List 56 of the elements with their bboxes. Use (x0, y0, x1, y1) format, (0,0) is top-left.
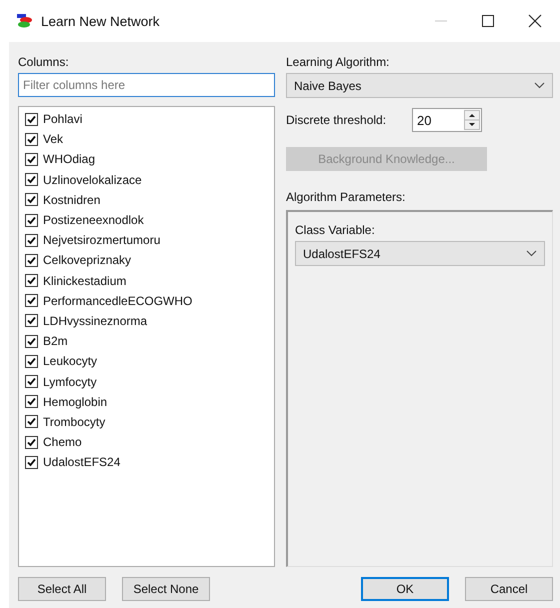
checkbox[interactable] (25, 132, 38, 146)
dialog-button[interactable]: Cancel (465, 577, 553, 601)
dialog-button[interactable]: Select All (18, 577, 106, 601)
checkbox[interactable] (25, 456, 38, 469)
column-name[interactable]: WHOdiag (43, 152, 96, 166)
columns-label: Columns: (18, 54, 70, 70)
algorithm-dropdown[interactable]: Naive Bayes (286, 73, 553, 98)
checkbox[interactable] (25, 193, 38, 206)
dialog-button[interactable]: OK (361, 577, 449, 601)
column-name[interactable]: Nejvetsirozmertumoru (43, 233, 160, 248)
column-name[interactable]: B2m (43, 334, 68, 348)
column-name[interactable]: PerformancedleECOGWHO (43, 294, 192, 308)
chevron-down-icon (526, 250, 537, 257)
discrete-threshold-label: Discrete threshold: (286, 112, 388, 128)
algorithm-parameters-label: Algorithm Parameters: (286, 189, 406, 205)
checkbox[interactable] (25, 234, 38, 247)
column-name[interactable]: Trombocyty (43, 414, 106, 429)
dialog-button[interactable]: Select None (122, 577, 210, 601)
window-title: Learn New Network (41, 14, 160, 28)
column-name[interactable]: Pohlavi (43, 112, 82, 126)
checkbox[interactable] (25, 314, 38, 328)
column-name[interactable]: Leukocyty (43, 354, 98, 368)
checkbox[interactable] (25, 334, 38, 348)
close-icon[interactable] (528, 14, 542, 28)
checkbox[interactable] (25, 173, 38, 186)
column-name[interactable]: Chemo (43, 435, 82, 450)
column-name[interactable]: Klinickestadium (43, 274, 126, 288)
column-name[interactable]: Hemoglobin (43, 394, 108, 409)
threshold-spinbox[interactable]: 20 (412, 108, 482, 132)
checkbox[interactable] (25, 436, 38, 449)
class-variable-label: Class Variable: (295, 222, 376, 238)
learning-algorithm-label: Learning Algorithm: (286, 54, 390, 70)
column-name[interactable]: Celkovepriznaky (43, 253, 132, 268)
column-name[interactable]: Postizeneexnodlok (43, 213, 144, 228)
maximize-icon[interactable] (481, 14, 495, 28)
checkbox[interactable] (25, 214, 38, 227)
spin-arrows-icon[interactable] (464, 110, 480, 130)
filter-field[interactable]: Filter columns here (18, 73, 275, 97)
checkbox[interactable] (25, 254, 38, 267)
column-name[interactable]: UdalostEFS24 (43, 455, 120, 470)
column-name[interactable]: Kostnidren (43, 192, 100, 207)
chevron-down-icon (534, 82, 545, 89)
checkbox[interactable] (25, 294, 38, 308)
checkbox[interactable] (25, 415, 38, 428)
checkbox[interactable] (25, 375, 38, 388)
column-name[interactable]: Uzlinovelokalizace (43, 172, 142, 187)
checkbox[interactable] (25, 395, 38, 408)
checkbox[interactable] (25, 274, 38, 288)
app-icon (16, 13, 34, 29)
checkbox[interactable] (25, 112, 38, 126)
column-name[interactable]: Lymfocyty (43, 374, 97, 389)
checkbox[interactable] (25, 152, 38, 166)
class-variable-dropdown[interactable]: UdalostEFS24 (295, 241, 545, 266)
column-name[interactable]: Vek (43, 132, 64, 146)
column-name[interactable]: LDHvyssineznorma (43, 314, 148, 328)
checkbox[interactable] (25, 354, 38, 368)
